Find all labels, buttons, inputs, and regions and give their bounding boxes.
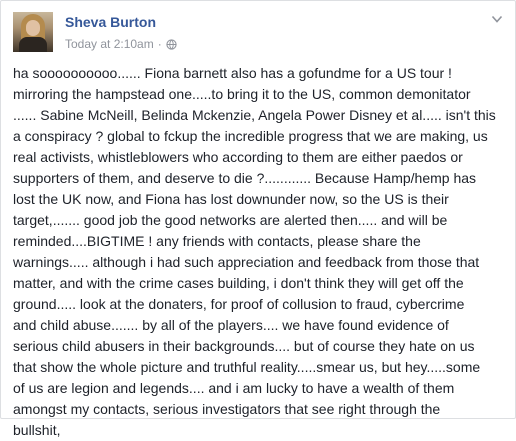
- post-meta: Today at 2:10am ·: [65, 37, 177, 51]
- avatar-body: [19, 37, 47, 52]
- avatar-face: [26, 20, 40, 36]
- meta-separator: ·: [157, 37, 162, 51]
- post-card: Sheva Burton Today at 2:10am · ha sooooo…: [0, 0, 516, 438]
- author-name[interactable]: Sheva Burton: [65, 14, 156, 30]
- chevron-down-icon[interactable]: [491, 14, 503, 24]
- post-body-text: ha soooooooooo...... Fiona barnett also …: [13, 65, 496, 438]
- post-timestamp[interactable]: Today at 2:10am: [65, 37, 154, 51]
- globe-icon[interactable]: [166, 38, 177, 50]
- avatar[interactable]: [13, 12, 53, 52]
